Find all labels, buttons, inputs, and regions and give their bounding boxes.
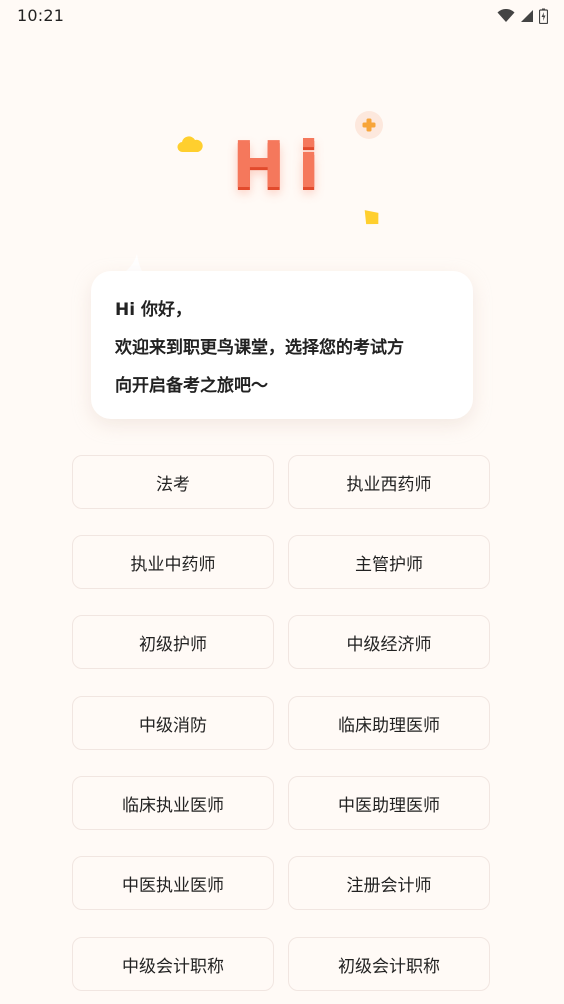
- status-bar: 10:21: [0, 0, 564, 32]
- exam-option-button[interactable]: 中级会计职称: [72, 937, 274, 991]
- exam-option-button[interactable]: 中级消防: [72, 696, 274, 750]
- exam-option-button[interactable]: 主管护师: [288, 535, 490, 589]
- exam-option-button[interactable]: 初级护师: [72, 615, 274, 669]
- welcome-line-1: Hi 你好，: [115, 300, 192, 320]
- welcome-line-3: 向开启备考之旅吧～: [115, 376, 268, 396]
- status-icons: [497, 6, 548, 26]
- exam-option-button[interactable]: 中医助理医师: [288, 776, 490, 830]
- exam-option-button[interactable]: 临床助理医师: [288, 696, 490, 750]
- wifi-icon: [497, 9, 515, 23]
- hero-illustration: Hi: [0, 100, 564, 240]
- battery-charging-icon: [539, 8, 548, 24]
- cloud-icon: [177, 134, 203, 158]
- plus-bubble-icon: [352, 110, 386, 146]
- exam-option-button[interactable]: 中级经济师: [288, 615, 490, 669]
- exam-option-button[interactable]: 执业中药师: [72, 535, 274, 589]
- exam-option-button[interactable]: 执业西药师: [288, 455, 490, 509]
- exam-option-button[interactable]: 法考: [72, 455, 274, 509]
- welcome-message: Hi 你好， 欢迎来到职更鸟课堂，选择您的考试方 向开启备考之旅吧～: [115, 291, 455, 405]
- welcome-line-2: 欢迎来到职更鸟课堂，选择您的考试方: [115, 338, 404, 358]
- hi-greeting-art: Hi: [232, 129, 332, 203]
- exam-option-button[interactable]: 临床执业医师: [72, 776, 274, 830]
- exam-option-button[interactable]: 中医执业医师: [72, 856, 274, 910]
- cellular-signal-icon: [520, 9, 534, 23]
- status-time: 10:21: [17, 6, 65, 25]
- exam-option-button[interactable]: 注册会计师: [288, 856, 490, 910]
- welcome-bubble: Hi 你好， 欢迎来到职更鸟课堂，选择您的考试方 向开启备考之旅吧～: [91, 271, 473, 419]
- exam-option-button[interactable]: 初级会计职称: [288, 937, 490, 991]
- sparkle-icon: [361, 206, 383, 232]
